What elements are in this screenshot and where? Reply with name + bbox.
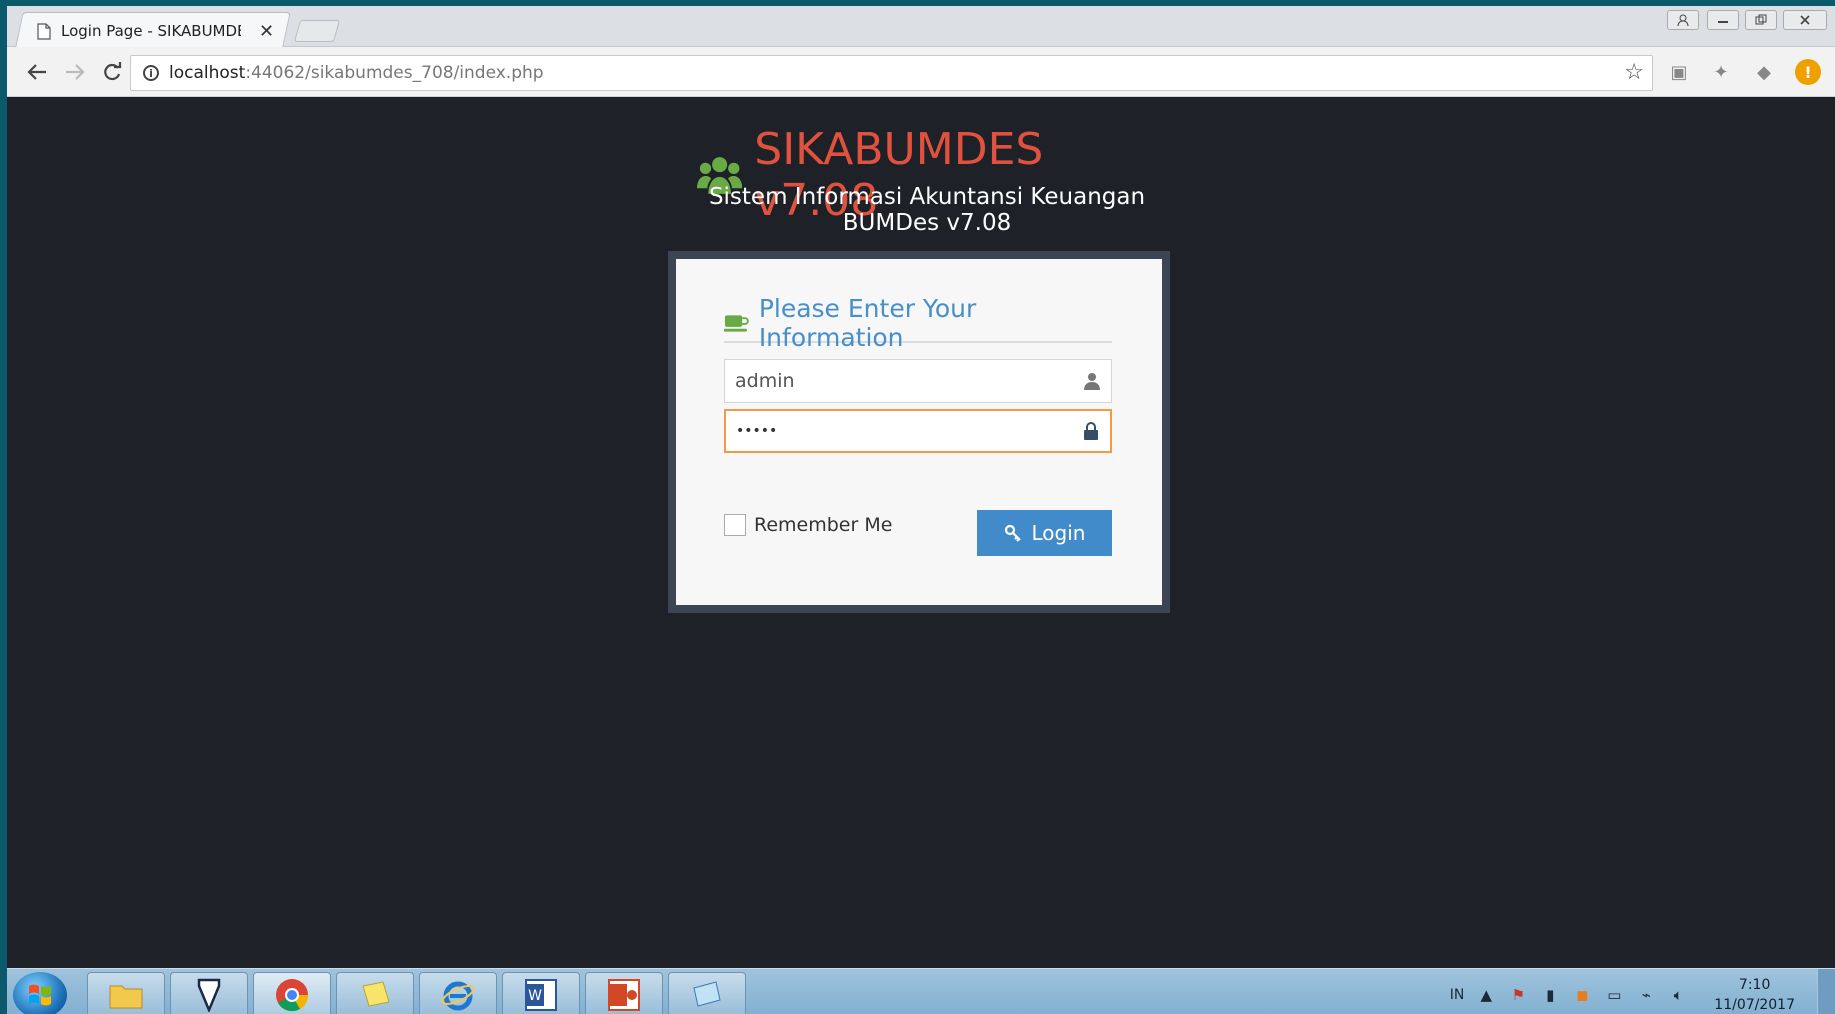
taskbar-app-8[interactable] [668,972,746,1014]
address-bar[interactable]: i localhost:44062/sikabumdes_708/index.p… [130,55,1653,91]
chrome-icon [276,979,309,1012]
url-text: localhost:44062/sikabumdes_708/index.php [169,63,544,83]
login-page: SIKABUMDES v7.08 Sistem Informasi Akunta… [7,98,1835,968]
show-desktop-button[interactable] [1817,969,1835,1014]
word-icon: W [525,979,557,1011]
monitor-icon[interactable]: ▭ [1604,986,1624,1004]
user-icon [1084,373,1100,390]
tab-strip: Login Page - SIKABUMDES ✕ [7,6,1835,47]
restore-button[interactable] [1745,10,1777,30]
new-tab-button[interactable] [293,20,341,42]
clock[interactable]: 7:10 11/07/2017 [1714,975,1795,1014]
login-header: Please Enter Your Information [724,294,1112,352]
browser-toolbar: i localhost:44062/sikabumdes_708/index.p… [7,47,1835,97]
login-box: Please Enter Your Information admin ••••… [668,251,1170,613]
sticky-notes-icon [362,981,390,1007]
action-center-icon[interactable]: ⚑ [1508,986,1528,1004]
notepad-icon [693,981,721,1007]
password-value: ••••• [736,423,778,439]
minimize-button[interactable] [1707,10,1739,30]
login-button-label: Login [1031,521,1086,545]
network-signal-icon[interactable]: ▮ [1540,986,1560,1004]
page-icon [37,22,51,40]
language-indicator[interactable]: IN [1450,987,1465,1003]
username-field[interactable]: admin [724,359,1112,403]
remember-me[interactable]: Remember Me [724,514,892,536]
info-icon[interactable]: i [143,65,159,81]
powerpoint-icon [608,979,640,1011]
tab-title: Login Page - SIKABUMDES [61,22,241,40]
update-warning-icon[interactable]: ! [1795,59,1821,85]
taskbar-word[interactable]: W [502,972,580,1014]
start-button[interactable] [13,972,67,1014]
system-tray: IN ▲ ⚑ ▮ ◼ ▭ ⌁ 🔈︎ 7:10 11/07/2017 [1450,975,1795,1014]
tab-close-icon[interactable]: ✕ [259,21,274,42]
taskbar-file-explorer[interactable] [87,972,165,1014]
login-panel: Please Enter Your Information admin ••••… [676,259,1162,605]
lock-icon [1084,422,1098,440]
key-icon [1004,524,1021,542]
folder-icon [109,985,143,1009]
reload-icon [104,62,122,81]
extension-3-icon[interactable]: ◆ [1751,59,1777,85]
svg-text:W: W [528,988,542,1004]
profile-icon[interactable] [1667,10,1699,30]
browser-window: Login Page - SIKABUMDES ✕ i localhost:44… [7,6,1835,1014]
login-header-title: Please Enter Your Information [758,294,977,352]
brand-subtitle: Sistem Informasi Akuntansi Keuangan BUMD… [708,184,1146,236]
taskbar-powerpoint[interactable] [585,972,663,1014]
remember-me-checkbox[interactable] [724,514,746,536]
taskbar: W IN ▲ ⚑ ▮ ◼ ▭ ⌁ 🔈︎ 7:10 11/07/2017 [7,968,1835,1014]
taskbar-chrome[interactable] [253,972,331,1014]
bookmark-star-icon[interactable]: ☆ [1624,60,1644,85]
taskbar-app-2[interactable] [170,972,248,1014]
back-button[interactable] [23,58,51,86]
back-arrow-icon [27,64,46,80]
close-window-button[interactable] [1783,10,1827,30]
taskbar-internet-explorer[interactable] [419,972,497,1014]
reload-button[interactable] [98,58,126,86]
username-value: admin [735,370,795,392]
taskbar-app-4[interactable] [336,972,414,1014]
clock-date: 11/07/2017 [1714,997,1795,1013]
login-button[interactable]: Login [977,510,1112,556]
shield-icon [197,978,221,1012]
forward-arrow-icon [66,64,85,80]
active-tab-content[interactable]: Login Page - SIKABUMDES ✕ [37,20,287,42]
password-field[interactable]: ••••• [724,409,1112,453]
windows-logo-icon [29,984,51,1006]
extension-1-icon[interactable]: ▣ [1666,59,1692,85]
window-buttons [1707,10,1827,32]
tray-app-icon[interactable]: ◼ [1572,986,1592,1004]
clock-time: 7:10 [1738,977,1771,993]
window-controls [1667,10,1699,32]
power-icon[interactable]: ⌁ [1636,986,1656,1004]
extension-2-icon[interactable]: ✦ [1708,59,1734,85]
forward-button[interactable] [61,58,89,86]
show-hidden-icons-icon[interactable]: ▲ [1476,986,1496,1004]
remember-me-label: Remember Me [754,514,893,536]
internet-explorer-icon [441,981,475,1011]
coffee-icon [724,315,749,332]
volume-icon[interactable]: 🔈︎ [1668,986,1688,1004]
